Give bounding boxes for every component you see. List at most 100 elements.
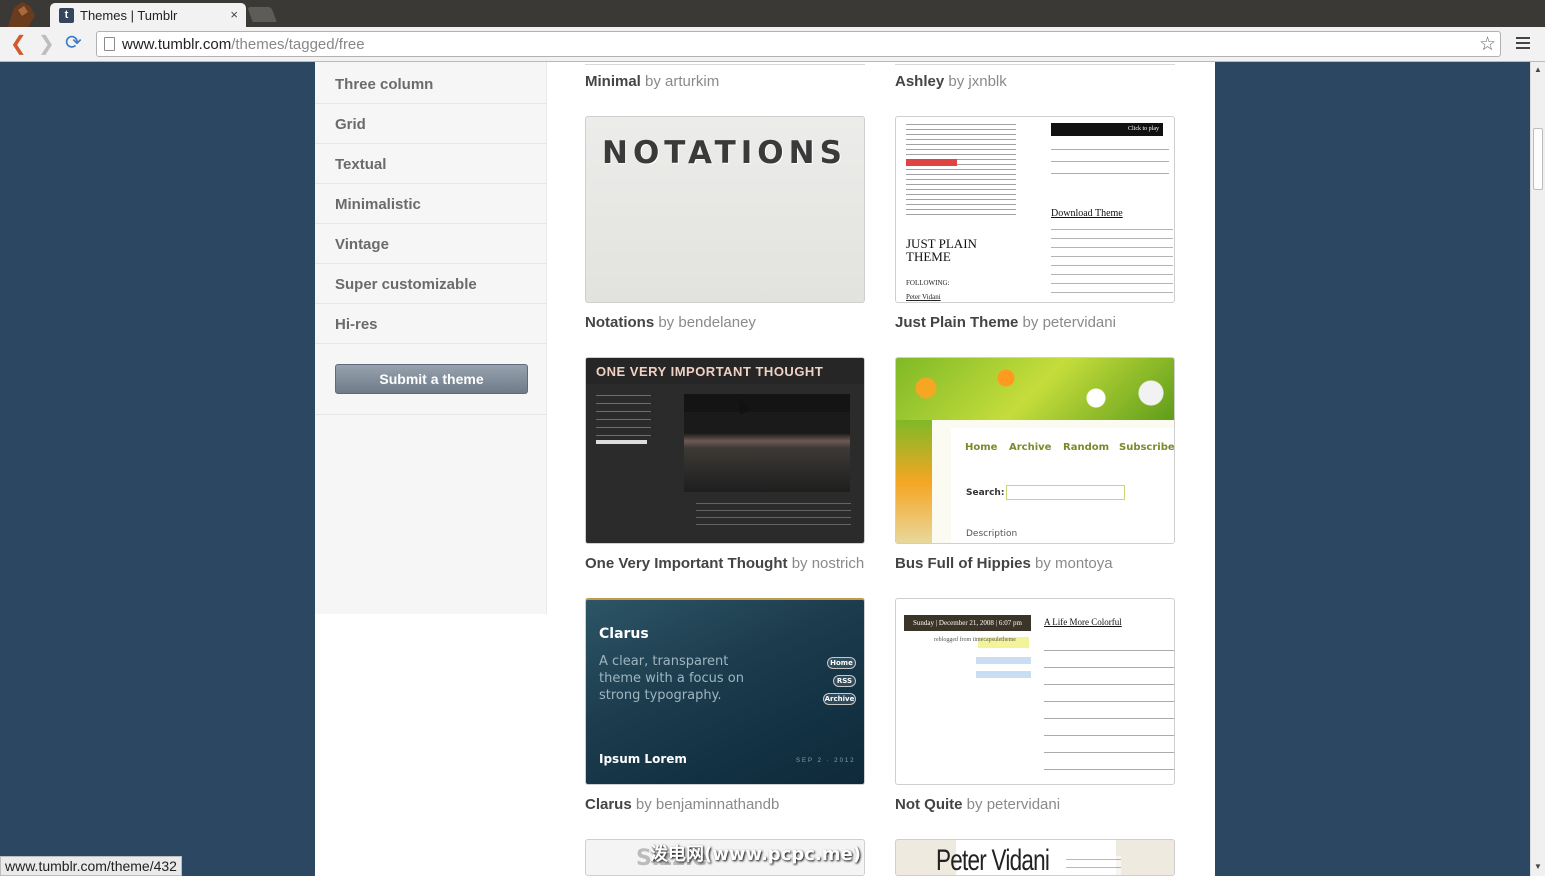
- hamburger-menu-icon[interactable]: [1516, 37, 1530, 49]
- theme-author[interactable]: petervidani: [1043, 314, 1116, 331]
- scroll-down-arrow-icon[interactable]: ▼: [1534, 862, 1542, 871]
- by-label: by: [658, 314, 675, 331]
- theme-author[interactable]: bendelaney: [678, 314, 756, 331]
- thumbnail-text-block: [696, 500, 851, 530]
- thumbnail-audio-player: Click to play: [1051, 123, 1163, 136]
- theme-thumbnail-clarus[interactable]: Clarus A clear, transparent theme with a…: [585, 598, 865, 785]
- thumbnail-nav-random: Random: [1063, 442, 1110, 453]
- theme-name[interactable]: One Very Important Thought: [585, 555, 788, 572]
- thumbnail-link-highlight: [906, 159, 957, 166]
- thumbnail-reblog-line: reblogged from timecapsuletheme: [934, 637, 1016, 643]
- theme-author[interactable]: benjaminnathandb: [656, 796, 779, 813]
- theme-thumbnail-not-quite[interactable]: Sunday | December 21, 2008 | 6:07 pm reb…: [895, 598, 1175, 785]
- submit-theme-button[interactable]: Submit a theme: [335, 364, 528, 394]
- thumbnail-post-title: A Life More Colorful: [1044, 617, 1122, 627]
- sidebar-item-super-customizable[interactable]: Super customizable: [315, 264, 547, 304]
- sidebar-item-label: Vintage: [335, 236, 389, 253]
- thumbnail-title: ONE VERY IMPORTANT THOUGHT: [596, 364, 824, 379]
- theme-name[interactable]: Not Quite: [895, 796, 963, 813]
- thumbnail-header: ONE VERY IMPORTANT THOUGHT: [586, 358, 864, 384]
- theme-caption-not-quite[interactable]: Not Quite by petervidani: [895, 796, 1060, 813]
- theme-author[interactable]: petervidani: [987, 796, 1060, 813]
- theme-thumbnail-peter-vidani[interactable]: Peter Vidani: [895, 839, 1175, 876]
- theme-caption-clarus[interactable]: Clarus by benjaminnathandb: [585, 796, 779, 813]
- thumbnail-date-bar: Sunday | December 21, 2008 | 6:07 pm: [904, 615, 1031, 631]
- thumbnail-text-block: [1051, 225, 1173, 293]
- page-scrollbar[interactable]: ▲ ▼: [1530, 62, 1545, 876]
- thumbnail-search-box: [1006, 485, 1125, 500]
- user-avatar-icon[interactable]: [4, 0, 38, 27]
- theme-caption-notations[interactable]: Notations by bendelaney: [585, 314, 756, 331]
- thumbnail-following-label: FOLLOWING:: [906, 279, 950, 287]
- theme-thumbnail-bus-full-of-hippies[interactable]: Home Archive Random Subscribe Search: De…: [895, 357, 1175, 544]
- thumbnail-title: JUST PLAIN THEME: [906, 236, 977, 264]
- thumbnail-text-block: [1066, 856, 1121, 875]
- theme-thumbnail-just-plain-theme[interactable]: JUST PLAIN THEME FOLLOWING: Peter Vidani …: [895, 116, 1175, 303]
- by-label: by: [635, 796, 652, 813]
- forward-arrow-icon[interactable]: ❯: [38, 34, 55, 54]
- theme-author[interactable]: montoya: [1055, 555, 1113, 572]
- sidebar-item-label: Hi-res: [335, 316, 378, 333]
- thumbnail-nav-subscribe: Subscribe: [1119, 442, 1175, 453]
- status-bar-url: www.tumblr.com/theme/432: [0, 856, 182, 876]
- theme-thumbnail-one-very-important-thought[interactable]: ONE VERY IMPORTANT THOUGHT: [585, 357, 865, 544]
- sidebar-item-vintage[interactable]: Vintage: [315, 224, 547, 264]
- theme-name[interactable]: Clarus: [585, 796, 632, 813]
- url-text[interactable]: www.tumblr.com/themes/tagged/free: [122, 36, 365, 53]
- thumbnail-pill-home: Home: [827, 657, 856, 669]
- tab-title: Themes | Tumblr: [80, 8, 178, 23]
- theme-author[interactable]: arturkim: [665, 73, 719, 90]
- sidebar-item-three-column[interactable]: Three column: [315, 64, 547, 104]
- address-bar[interactable]: www.tumblr.com/themes/tagged/free ☆: [96, 31, 1501, 57]
- theme-name[interactable]: Minimal: [585, 73, 641, 90]
- reload-icon[interactable]: ⟳: [65, 33, 82, 53]
- thumbnail-input: [596, 440, 647, 444]
- theme-caption-just-plain-theme[interactable]: Just Plain Theme by petervidani: [895, 314, 1116, 331]
- theme-thumbnail-ashley[interactable]: [895, 62, 1175, 65]
- thumbnail-flower-vine: [896, 420, 932, 543]
- theme-caption-minimal[interactable]: Minimal by arturkim: [585, 73, 719, 90]
- by-label: by: [791, 555, 808, 572]
- url-path: /themes/tagged/free: [231, 36, 365, 53]
- browser-tab-themes[interactable]: t Themes | Tumblr ×: [50, 3, 246, 27]
- sidebar-item-label: Super customizable: [335, 276, 477, 293]
- theme-thumbnail-minimal[interactable]: [585, 62, 865, 65]
- theme-name[interactable]: Just Plain Theme: [895, 314, 1018, 331]
- theme-name[interactable]: Notations: [585, 314, 654, 331]
- page-content: Three column Grid Textual Minimalistic V…: [315, 62, 1215, 876]
- theme-caption-bus-full-of-hippies[interactable]: Bus Full of Hippies by montoya: [895, 555, 1113, 572]
- close-tab-icon[interactable]: ×: [230, 7, 238, 22]
- by-label: by: [1022, 314, 1039, 331]
- tumblr-favicon-icon: t: [59, 8, 74, 23]
- by-label: by: [948, 73, 965, 90]
- sidebar-item-grid[interactable]: Grid: [315, 104, 547, 144]
- thumbnail-nav-home: Home: [965, 442, 998, 453]
- theme-thumbnail-notations[interactable]: NOTATIONS: [585, 116, 865, 303]
- theme-category-sidebar: Three column Grid Textual Minimalistic V…: [315, 62, 547, 614]
- scroll-thumb[interactable]: [1533, 128, 1543, 190]
- sidebar-item-textual[interactable]: Textual: [315, 144, 547, 184]
- theme-author[interactable]: nostrich: [812, 555, 865, 572]
- thumbnail-tagline: A clear, transparent theme with a focus …: [599, 654, 744, 703]
- theme-author[interactable]: jxnblk: [968, 73, 1006, 90]
- thumbnail-text-block: [1051, 145, 1169, 185]
- sidebar-item-minimalistic[interactable]: Minimalistic: [315, 184, 547, 224]
- theme-caption-one-very-important-thought[interactable]: One Very Important Thought by nostrich: [585, 555, 864, 572]
- theme-name[interactable]: Bus Full of Hippies: [895, 555, 1031, 572]
- thumbnail-download-link: Download Theme: [1051, 208, 1123, 219]
- scroll-up-arrow-icon[interactable]: ▲: [1534, 65, 1542, 74]
- thumbnail-pill-rss: RSS: [833, 675, 856, 687]
- by-label: by: [645, 73, 661, 90]
- sidebar-item-label: Three column: [335, 76, 434, 93]
- theme-name[interactable]: Ashley: [895, 73, 944, 90]
- back-arrow-icon[interactable]: ❮: [10, 34, 27, 54]
- sidebar-item-label: Textual: [335, 156, 387, 173]
- new-tab-button[interactable]: [247, 7, 277, 22]
- watermark-text: 泼电网(www.pcpc.me): [650, 844, 861, 865]
- by-label: by: [1035, 555, 1051, 572]
- star-icon[interactable]: ☆: [1479, 33, 1496, 56]
- thumbnail-search-label: Search:: [966, 488, 1005, 498]
- thumbnail-description-label: Description: [966, 529, 1018, 539]
- sidebar-item-hi-res[interactable]: Hi-res: [315, 304, 547, 344]
- theme-caption-ashley[interactable]: Ashley by jxnblk: [895, 73, 1007, 90]
